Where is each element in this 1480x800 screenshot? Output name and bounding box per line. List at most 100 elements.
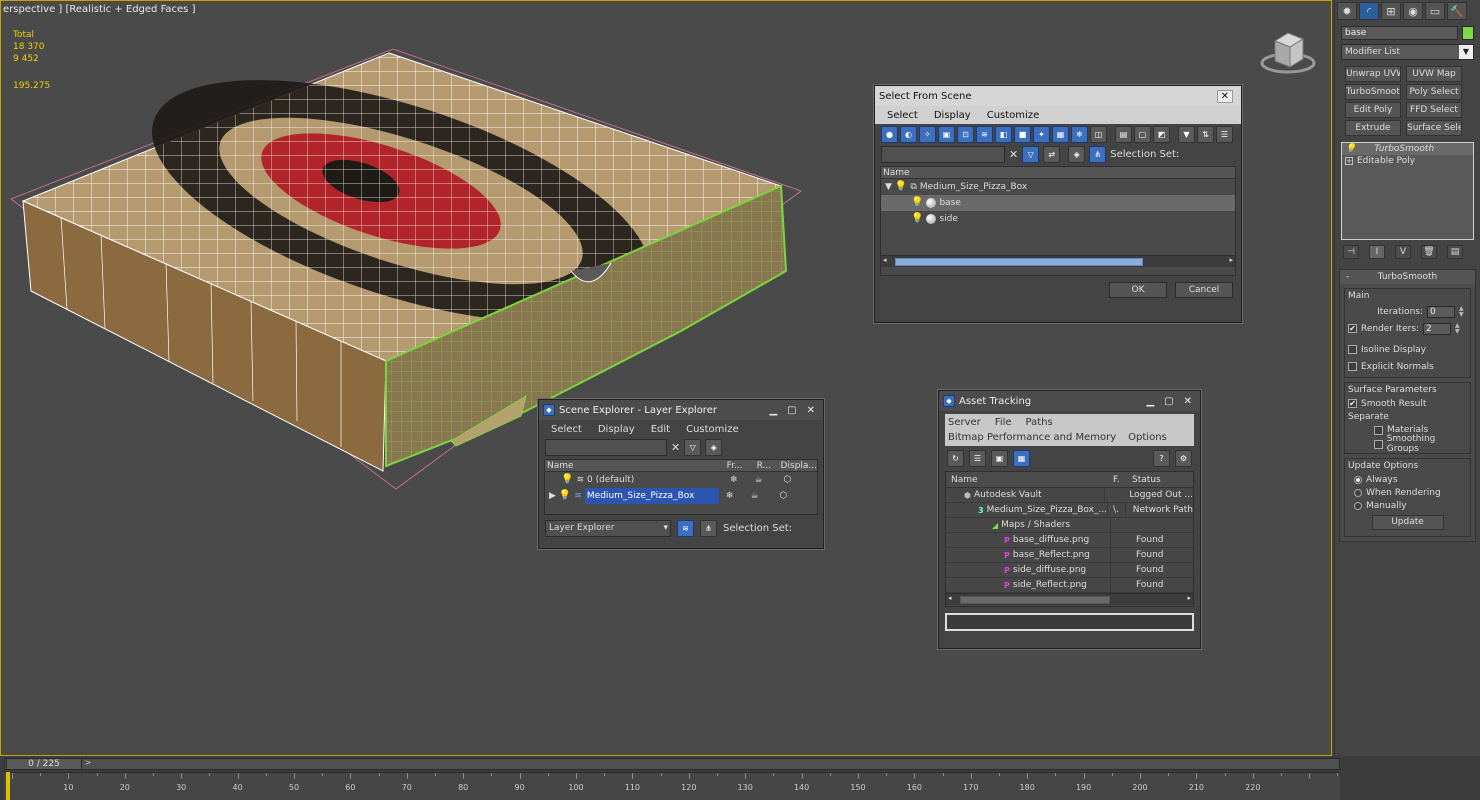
uvw-map-button[interactable]: UVW Map [1406,66,1462,82]
menu-display[interactable]: Display [598,424,635,435]
cancel-button[interactable]: Cancel [1175,282,1233,298]
bulb-icon[interactable]: 💡 [895,179,907,195]
minimize-icon[interactable]: ▁ [769,405,777,416]
render-iters-spinner[interactable]: 2 [1423,322,1452,335]
freeze-icon[interactable]: ❄ [726,488,734,504]
display-shapes-icon[interactable]: ◐ [900,126,917,143]
utilities-icon[interactable]: 🔨 [1447,2,1467,20]
edit-poly-button[interactable]: Edit Poly [1345,102,1401,118]
help-icon[interactable]: ? [1153,450,1170,467]
display-frozen-icon[interactable]: ❄ [1071,126,1088,143]
expand-right-icon[interactable]: ▶ [549,488,556,504]
isoline-display-checkbox[interactable] [1348,345,1357,354]
search-input[interactable] [881,146,1005,163]
layer-row-default[interactable]: 💡 ≋ 0 (default) ❄ ☕ ⬡ [545,472,817,488]
iterations-spinner[interactable]: 0 [1427,305,1455,318]
remove-modifier-icon[interactable]: 🗑 [1421,245,1437,259]
render-teapot-icon[interactable]: ☕ [755,472,763,488]
motion-icon[interactable]: ◉ [1403,2,1423,20]
path-input[interactable] [945,613,1194,631]
display-none-icon[interactable]: ▢ [1134,126,1151,143]
display-box-icon[interactable]: ⬡ [780,488,788,504]
display-hidden-icon[interactable]: ◫ [1090,126,1107,143]
menu-select[interactable]: Select [551,424,582,435]
hierarchy-icon[interactable]: ⊞ [1381,2,1401,20]
menu-edit[interactable]: Edit [651,424,670,435]
display-lights-icon[interactable]: ✧ [919,126,936,143]
update-button[interactable]: Update [1371,515,1444,530]
track-bar[interactable]: 10 20 30 40 50 60 70 80 90 100 110 120 130 140 150 160 1… [4,772,1340,800]
display-cameras-icon[interactable]: ▣ [938,126,955,143]
rollout-title[interactable]: - TurboSmooth [1340,270,1475,284]
refresh-icon[interactable]: ↻ [947,450,964,467]
columns-icon[interactable]: ☰ [1216,126,1233,143]
close-icon[interactable]: ✕ [807,405,815,416]
perspective-viewport[interactable]: erspective ] [Realistic + Edged Faces ] … [0,0,1332,756]
smoothing-groups-checkbox[interactable] [1374,439,1383,449]
filter-icon[interactable]: ▼ [1178,126,1195,143]
expand-plus-icon[interactable]: + [1345,157,1353,165]
next-frame-button[interactable]: > [82,758,94,770]
viewport-label[interactable]: erspective ] [Realistic + Edged Faces ] [3,4,195,15]
spinner-arrows-icon[interactable]: ▲ ▼ [1455,322,1463,335]
turbosmooth-button[interactable]: TurboSmooth [1345,84,1401,100]
scene-explorer-titlebar[interactable]: ◆ Scene Explorer - Layer Explorer ▁ ▢ ✕ [539,400,823,420]
expand-down-icon[interactable]: ▼ [885,179,892,195]
spinner-arrows-icon[interactable]: ▲ ▼ [1459,305,1467,318]
bulb-icon[interactable]: 💡 [911,195,923,211]
hierarchy-icon[interactable]: ⋔ [1089,146,1107,163]
menu-customize[interactable]: Customize [987,110,1040,121]
make-unique-icon[interactable]: V [1395,245,1411,259]
unwrap-uvw-button[interactable]: Unwrap UVW [1345,66,1401,82]
bulb-icon[interactable]: 💡 [559,488,571,504]
render-teapot-icon[interactable]: ☕ [750,488,758,504]
surface-select-button[interactable]: Surface Select [1406,120,1462,136]
create-icon[interactable]: ✹ [1337,2,1357,20]
playhead[interactable] [6,772,10,800]
display-containers-icon[interactable]: ▦ [1052,126,1069,143]
close-icon[interactable]: ✕ [1216,89,1233,103]
manually-radio[interactable] [1354,501,1362,510]
display-xrefs-icon[interactable]: ■ [1014,126,1031,143]
stack-item-editable-poly[interactable]: + Editable Poly [1342,155,1473,167]
menu-options[interactable]: Options [1128,432,1167,443]
menu-paths[interactable]: Paths [1026,417,1053,428]
thumbnail-icon[interactable]: ▣ [991,450,1008,467]
list-view-icon[interactable]: ☰ [969,450,986,467]
materials-checkbox[interactable] [1374,425,1383,435]
object-color-swatch[interactable] [1462,26,1474,40]
time-slider-track[interactable] [4,758,1340,770]
ok-button[interactable]: OK [1109,282,1167,298]
modifier-list-dropdown[interactable]: Modifier List ▼ [1341,44,1474,60]
always-radio[interactable] [1354,475,1362,484]
select-from-scene-titlebar[interactable]: Select From Scene ✕ [875,86,1241,106]
time-slider-handle[interactable]: 0 / 225 [6,758,82,770]
bulb-icon[interactable]: 💡 [1345,143,1356,155]
hierarchy-icon[interactable]: ⋔ [700,520,717,537]
search-input[interactable] [545,439,667,456]
clear-search-icon[interactable]: ✕ [1009,148,1018,161]
modify-icon[interactable]: ◜ [1359,2,1379,20]
maximize-icon[interactable]: ▢ [1164,396,1173,407]
asset-row[interactable]: ⬢ Autodesk Vault Logged Out ... [946,487,1193,503]
menu-select[interactable]: Select [887,110,918,121]
tree-row-base[interactable]: 💡 base [881,195,1235,211]
asset-table-header[interactable]: Name F. Status [946,472,1193,488]
clear-search-icon[interactable]: ✕ [671,441,680,454]
sync-selection-icon[interactable]: ⇄ [1043,146,1061,163]
asset-tracking-titlebar[interactable]: ◆ Asset Tracking ▁ ▢ ✕ [939,391,1200,411]
close-icon[interactable]: ✕ [1184,396,1192,407]
layers-icon[interactable]: ◈ [1068,146,1086,163]
configure-sets-icon[interactable]: ▤ [1447,245,1463,259]
display-groups-icon[interactable]: ◧ [995,126,1012,143]
menu-bitmap-performance[interactable]: Bitmap Performance and Memory [948,432,1116,443]
stack-item-turbosmooth[interactable]: 💡 TurboSmooth [1342,143,1473,155]
column-header[interactable]: Name Fr... R... Displa... [545,460,817,472]
explicit-normals-checkbox[interactable] [1348,362,1357,371]
menu-display[interactable]: Display [934,110,971,121]
extrude-button[interactable]: Extrude [1345,120,1401,136]
show-end-result-icon[interactable]: I [1369,245,1385,259]
display-geometry-icon[interactable]: ● [881,126,898,143]
asset-row[interactable]: Pside_Reflect.png Found [946,577,1193,593]
menu-file[interactable]: File [995,417,1012,428]
